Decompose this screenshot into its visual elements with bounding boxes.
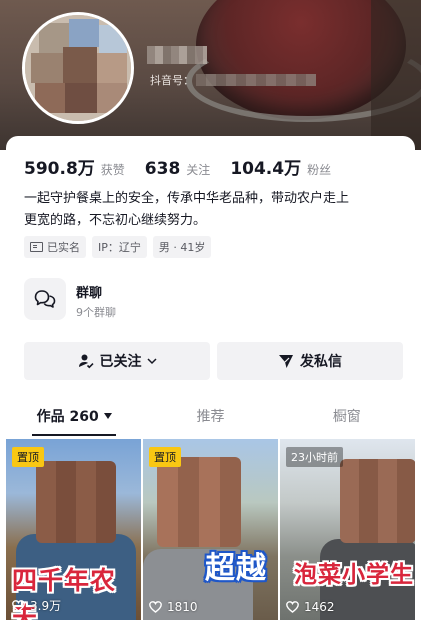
video-grid: 置顶 四千年农夫 3.9万 置顶 超越 1810 23小时前 泡菜小学生 146… xyxy=(6,439,415,620)
following-count[interactable]: 638 xyxy=(145,159,181,179)
followers-count[interactable]: 104.4万 xyxy=(230,154,301,179)
video-likes: 3.9万 xyxy=(12,597,61,614)
following-button-label: 已关注 xyxy=(99,354,142,370)
following-button[interactable]: 已关注 xyxy=(24,342,210,380)
video-likes-count: 1810 xyxy=(167,600,198,614)
chevron-down-icon xyxy=(146,357,157,365)
bio-line-1: 一起守护餐桌上的安全，传承中华老品种，带动农户走上 xyxy=(24,191,350,206)
likes-count: 590.8万 xyxy=(24,159,95,179)
ip-tag: IP：辽宁 xyxy=(92,236,147,258)
video-likes: 1462 xyxy=(286,600,335,614)
tab-shop[interactable]: 橱窗 xyxy=(279,398,415,434)
video-caption: 超越 xyxy=(205,551,267,586)
video-caption: 泡菜小学生 xyxy=(294,562,414,588)
caret-down-icon xyxy=(103,413,112,419)
likes-label: 获赞 xyxy=(100,163,125,177)
pinned-badge: 置顶 xyxy=(12,447,44,467)
bio: 一起守护餐桌上的安全，传承中华老品种，带动农户走上 更宽的路，不忘初心继续努力。 xyxy=(24,188,404,232)
tab-works[interactable]: 作品 260 xyxy=(6,398,142,436)
group-chat-title[interactable]: 群聊 xyxy=(76,282,102,301)
banner-shadow xyxy=(371,0,421,150)
group-chat-count: 9个群聊 xyxy=(76,306,116,319)
group-chat-icon-box[interactable] xyxy=(24,278,66,320)
blurred-face xyxy=(157,457,241,547)
video-tile-3[interactable]: 23小时前 泡菜小学生 1462 xyxy=(280,439,415,620)
blurred-face xyxy=(340,459,415,543)
heart-icon xyxy=(286,601,299,613)
video-tile-2[interactable]: 置顶 超越 1810 xyxy=(143,439,278,620)
content-tabs: 作品 260 推荐 橱窗 xyxy=(6,398,415,436)
send-message-label: 发私信 xyxy=(300,354,342,370)
handle-label: 抖音号： xyxy=(150,74,194,87)
posted-time-badge: 23小时前 xyxy=(286,447,343,467)
tab-recommend[interactable]: 推荐 xyxy=(142,398,278,434)
heart-icon xyxy=(12,599,25,612)
pinned-badge: 置顶 xyxy=(149,447,181,467)
video-tile-1[interactable]: 置顶 四千年农夫 3.9万 xyxy=(6,439,141,620)
send-arrow-icon xyxy=(278,353,294,369)
profile-tags: 已实名 IP：辽宁 男 · 41岁 xyxy=(24,236,212,258)
video-likes-count: 1462 xyxy=(304,600,335,614)
verified-label: 已实名 xyxy=(47,241,80,254)
heart-icon xyxy=(149,601,162,613)
following-label[interactable]: 关注 xyxy=(186,161,210,178)
gender-age-tag: 男 · 41岁 xyxy=(152,236,212,258)
handle-blurred xyxy=(196,74,316,86)
blurred-face xyxy=(36,461,116,543)
video-likes-count: 3.9万 xyxy=(30,599,62,613)
user-check-icon xyxy=(78,353,94,369)
id-card-icon xyxy=(30,242,43,252)
stats-row: 590.8万 获赞 638 关注 104.4万 粉丝 xyxy=(24,154,351,179)
username-blurred xyxy=(147,46,207,64)
tab-works-label: 作品 260 xyxy=(36,409,99,425)
send-message-button[interactable]: 发私信 xyxy=(217,342,403,380)
profile-card: 590.8万 获赞 638 关注 104.4万 粉丝 一起守护餐桌上的安全，传承… xyxy=(6,136,415,620)
video-likes: 1810 xyxy=(149,600,198,614)
verified-tag: 已实名 xyxy=(24,236,86,258)
avatar[interactable] xyxy=(22,12,134,124)
chat-bubbles-icon xyxy=(34,290,56,308)
followers-label[interactable]: 粉丝 xyxy=(307,161,331,178)
bio-line-2: 更宽的路，不忘初心继续努力。 xyxy=(24,213,207,228)
